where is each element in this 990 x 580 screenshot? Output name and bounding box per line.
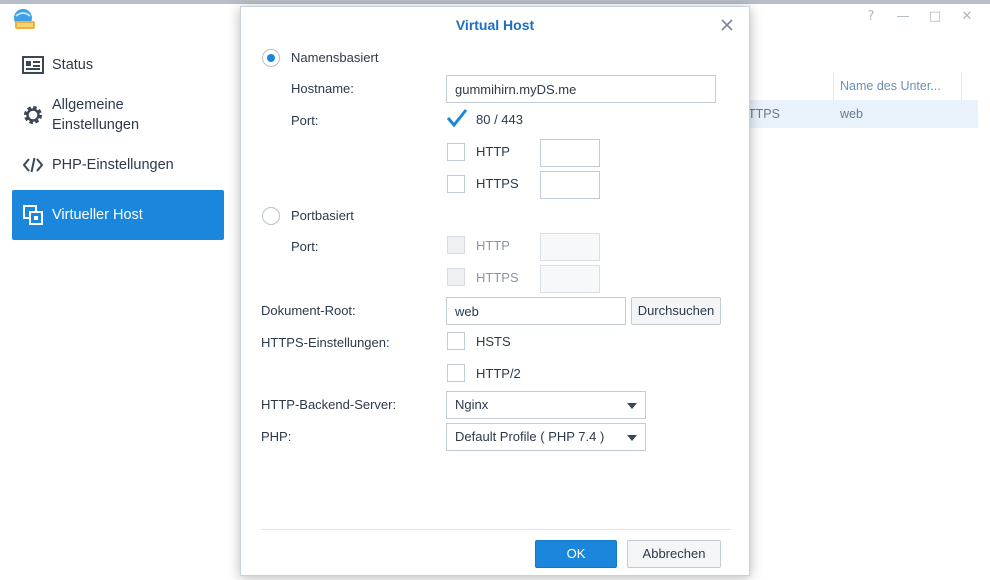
hostname-input[interactable] [446, 75, 716, 103]
pb-https-label: HTTPS [476, 270, 519, 285]
https-settings-label: HTTPS-Einstellungen: [261, 335, 390, 350]
background-table-header: Name des Unter... [748, 72, 978, 100]
pb-http-checkbox[interactable] [447, 236, 465, 254]
chevron-down-icon [627, 435, 637, 441]
window-top-border [0, 0, 990, 4]
sidebar-item-status[interactable]: Status [12, 40, 224, 90]
maximize-icon[interactable]: □ [928, 10, 942, 24]
port-default-checkbox[interactable] [446, 109, 468, 128]
help-icon[interactable]: ? [864, 10, 878, 24]
pb-http-input[interactable] [540, 233, 600, 261]
sidebar-item-label: Allgemeine Einstellungen [52, 95, 139, 135]
virtual-host-icon [20, 202, 46, 228]
table-row[interactable]: TTPS web [748, 100, 978, 128]
php-profile-select[interactable]: Default Profile ( PHP 7.4 ) [446, 423, 646, 451]
name-based-label: Namensbasiert [291, 50, 379, 65]
table-cell-protocol: TTPS [748, 107, 780, 121]
web-station-logo-icon [12, 8, 36, 30]
close-window-icon[interactable]: ✕ [960, 10, 974, 24]
gear-icon [20, 102, 46, 128]
port-http-checkbox[interactable] [447, 143, 465, 161]
docroot-label: Dokument-Root: [261, 303, 356, 318]
name-based-radio[interactable] [262, 49, 280, 67]
backend-select[interactable]: Nginx [446, 391, 646, 419]
minimize-icon[interactable]: — [896, 10, 910, 24]
sidebar-label-line-2: Einstellungen [52, 117, 140, 133]
php-select-value: Default Profile ( PHP 7.4 ) [455, 429, 605, 444]
docroot-input[interactable] [446, 297, 626, 325]
sidebar-label-line-1: Allgemeine [52, 97, 124, 113]
sidebar-item-general-settings[interactable]: Allgemeine Einstellungen [12, 90, 224, 140]
sidebar-item-virtual-host[interactable]: Virtueller Host [12, 190, 224, 240]
port-https-label: HTTPS [476, 176, 519, 191]
chevron-down-icon [627, 403, 637, 409]
backend-label: HTTP-Backend-Server: [261, 397, 397, 412]
virtual-host-dialog: Virtual Host Namensbasiert Hostname: Por… [240, 6, 750, 576]
hsts-checkbox[interactable] [447, 332, 465, 350]
sidebar-item-php-settings[interactable]: PHP-Einstellungen [12, 140, 224, 190]
sidebar-item-label: Virtueller Host [52, 207, 143, 223]
http2-label: HTTP/2 [476, 366, 521, 381]
port-http-label: HTTP [476, 144, 510, 159]
ok-button[interactable]: OK [535, 540, 617, 568]
column-header-subdomain[interactable]: Name des Unter... [840, 72, 962, 100]
http2-checkbox[interactable] [447, 364, 465, 382]
cancel-button[interactable]: Abbrechen [627, 540, 721, 568]
checkmark-icon [446, 109, 468, 128]
sidebar-item-label: PHP-Einstellungen [52, 157, 174, 173]
status-card-icon [20, 52, 46, 78]
port-label: Port: [291, 113, 319, 128]
code-brackets-icon [20, 152, 46, 178]
hsts-label: HSTS [476, 334, 511, 349]
pb-https-input[interactable] [540, 265, 600, 293]
port-based-port-label: Port: [291, 239, 319, 254]
port-based-label: Portbasiert [291, 208, 354, 223]
port-based-radio[interactable] [262, 207, 280, 225]
dialog-title: Virtual Host [455, 17, 535, 33]
column-header[interactable] [748, 72, 834, 100]
close-icon[interactable] [719, 17, 735, 33]
browse-button[interactable]: Durchsuchen [631, 297, 721, 325]
pb-https-checkbox[interactable] [447, 268, 465, 286]
port-https-checkbox[interactable] [447, 175, 465, 193]
backend-select-value: Nginx [455, 397, 489, 412]
hostname-label: Hostname: [291, 81, 354, 96]
port-default-label: 80 / 443 [476, 112, 523, 127]
sidebar-item-label: Status [52, 57, 94, 73]
footer-divider [261, 529, 731, 530]
php-label: PHP: [261, 429, 292, 444]
table-cell-subdomain: web [840, 107, 863, 121]
port-https-input[interactable] [540, 171, 600, 199]
port-http-input[interactable] [540, 139, 600, 167]
pb-http-label: HTTP [476, 238, 510, 253]
